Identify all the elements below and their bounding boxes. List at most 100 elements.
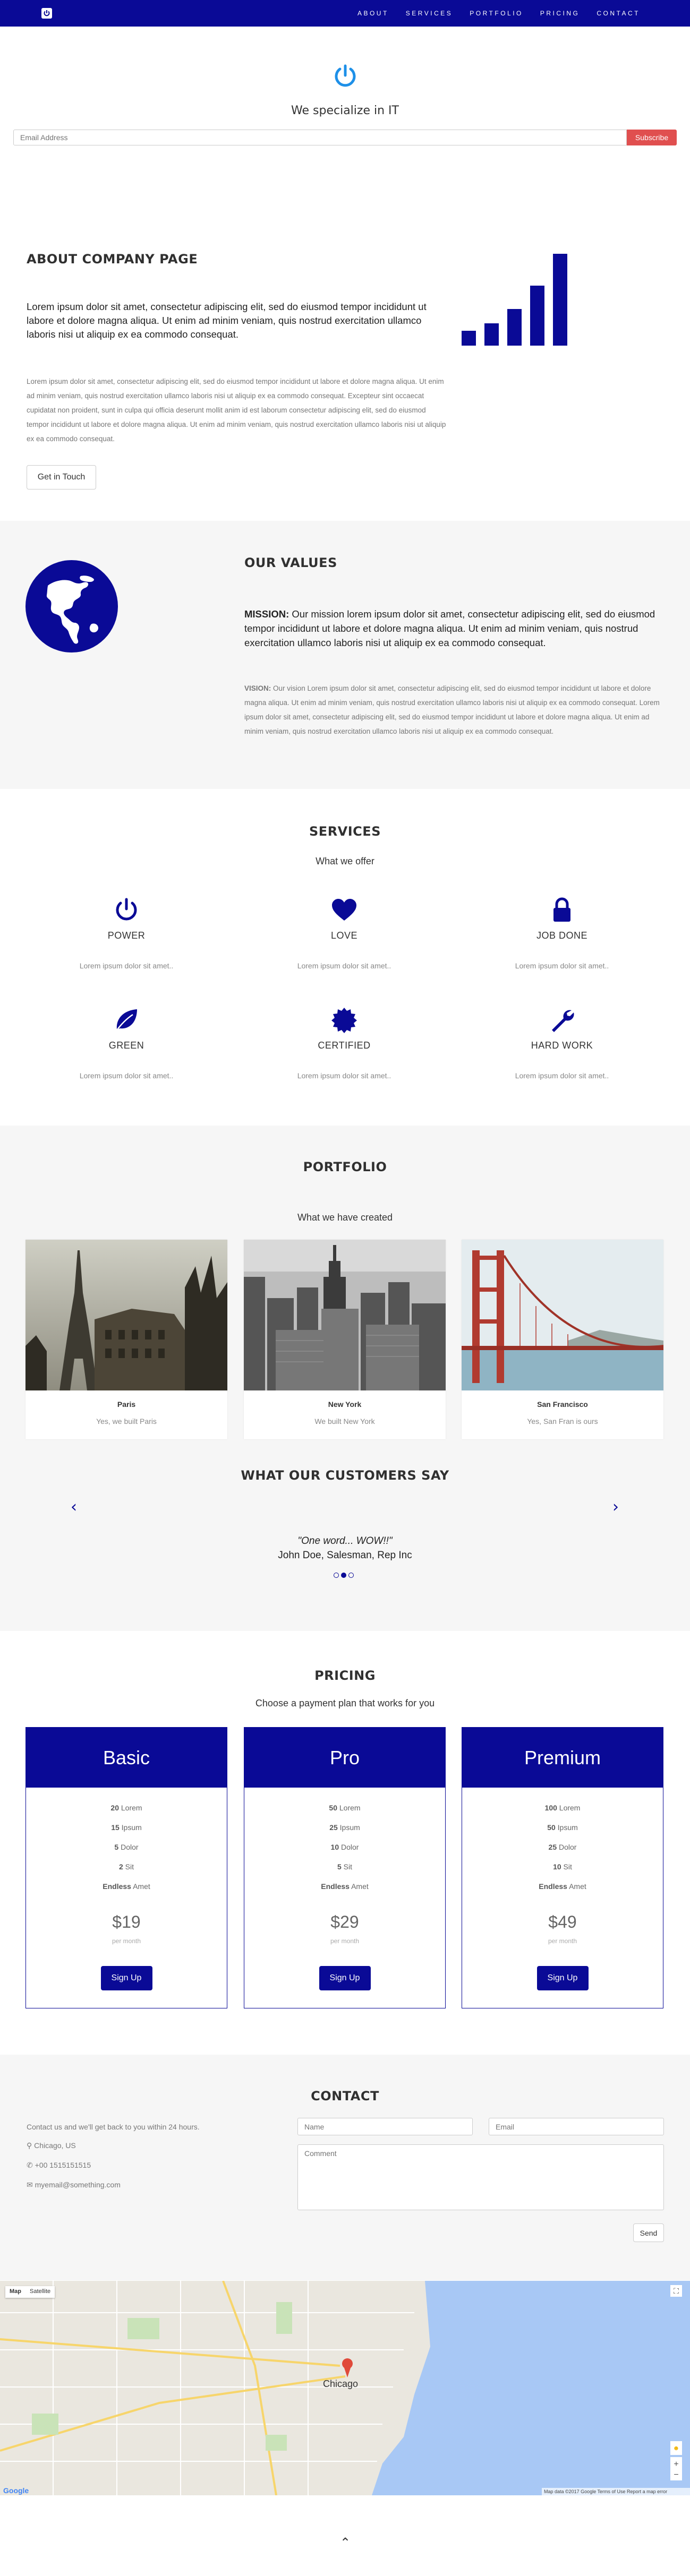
service-job-done: JOB DONE Lorem ipsum dolor sit amet.. [456, 896, 668, 970]
service-name: CERTIFIED [318, 1040, 371, 1051]
about-title: ABOUT COMPANY PAGE [27, 252, 198, 267]
plan-period: per month [112, 1937, 141, 1945]
plan-feature: 25 Dolor [548, 1843, 577, 1851]
nav-services[interactable]: SERVICES [397, 10, 461, 17]
zoom-out-icon: − [674, 2470, 678, 2479]
contact-email: ✉ myemail@something.com [27, 2180, 121, 2189]
name-input[interactable] [297, 2118, 473, 2135]
card-title: Paris [117, 1400, 136, 1409]
plan-premium: Premium 100 Lorem 50 Ipsum 25 Dolor 10 S… [462, 1727, 663, 2008]
plan-feature: Endless Amet [321, 1882, 369, 1891]
map-city-label: Chicago [323, 2378, 358, 2389]
portfolio-card-paris[interactable]: Paris Yes, we built Paris [25, 1240, 227, 1439]
plan-feature: 5 Sit [337, 1862, 353, 1871]
plan-features: 20 Lorem 15 Ipsum 5 Dolor 2 Sit Endless … [26, 1788, 227, 1896]
google-logo: Google [3, 2486, 29, 2495]
map-type-satellite[interactable]: Satellite [25, 2286, 55, 2298]
plan-pro: Pro 50 Lorem 25 Ipsum 10 Dolor 5 Sit End… [244, 1727, 446, 2008]
portfolio-card-new-york[interactable]: New York We built New York [244, 1240, 446, 1439]
chevron-right-icon[interactable]: › [610, 1499, 621, 1515]
service-name: JOB DONE [536, 930, 587, 941]
paris-photo [25, 1240, 227, 1390]
sign-up-button[interactable]: Sign Up [100, 1966, 152, 1990]
power-icon [335, 64, 356, 87]
phone-icon: ✆ [27, 2161, 33, 2169]
card-desc: Yes, we built Paris [96, 1417, 157, 1426]
plan-feature: 15 Ipsum [111, 1823, 142, 1832]
email-field[interactable] [489, 2118, 664, 2135]
fullscreen-icon: ⛶ [674, 2287, 679, 2295]
map-tiles: Chicago ☻ + − ⛶ Map data ©2017 Google Te… [0, 2281, 690, 2495]
plan-price: $49 [548, 1912, 577, 1931]
nav-links: ABOUT SERVICES PORTFOLIO PRICING CONTACT [349, 0, 649, 27]
email-input[interactable] [13, 130, 627, 145]
vision-text: VISION: Our vision Lorem ipsum dolor sit… [244, 681, 664, 739]
map-embed[interactable]: Chicago ☻ + − ⛶ Map data ©2017 Google Te… [0, 2281, 690, 2495]
plan-features: 50 Lorem 25 Ipsum 10 Dolor 5 Sit Endless… [244, 1788, 445, 1896]
service-name: LOVE [330, 930, 358, 941]
pricing-title: PRICING [314, 1668, 376, 1683]
leaf-icon [115, 1009, 137, 1032]
plan-feature: 50 Lorem [329, 1804, 361, 1812]
send-button[interactable]: Send [633, 2223, 664, 2242]
new-york-photo [244, 1240, 446, 1390]
contact-title: CONTACT [311, 2089, 379, 2103]
signal-bars-icon [462, 254, 567, 346]
zoom-in-icon: + [674, 2460, 678, 2469]
service-green: GREEN Lorem ipsum dolor sit amet.. [20, 1006, 233, 1080]
portfolio-title: PORTFOLIO [303, 1160, 387, 1174]
carousel-dot[interactable] [334, 1573, 339, 1578]
pegman-icon: ☻ [673, 2444, 680, 2452]
mission-label: MISSION: [244, 608, 289, 620]
san-francisco-photo [462, 1240, 663, 1390]
chevron-up-icon[interactable]: ⌃ [340, 2535, 351, 2550]
logo[interactable] [41, 8, 52, 19]
globe-icon [25, 560, 118, 652]
plan-features: 100 Lorem 50 Ipsum 25 Dolor 10 Sit Endle… [462, 1788, 663, 1896]
service-desc: Lorem ipsum dolor sit amet.. [297, 1071, 391, 1080]
sign-up-button[interactable]: Sign Up [536, 1966, 589, 1990]
contact-location: ⚲ Chicago, US [27, 2141, 76, 2150]
heart-icon [332, 899, 356, 921]
envelope-icon: ✉ [27, 2180, 33, 2189]
service-name: POWER [107, 930, 146, 941]
plan-feature: 10 Sit [553, 1862, 572, 1871]
plan-name: Premium [462, 1728, 663, 1788]
service-hard-work: HARD WORK Lorem ipsum dolor sit amet.. [456, 1006, 668, 1080]
nav-portfolio[interactable]: PORTFOLIO [461, 10, 532, 17]
plan-period: per month [548, 1937, 577, 1945]
service-name: HARD WORK [531, 1040, 593, 1051]
contact-phone: ✆ +00 1515151515 [27, 2161, 91, 2169]
plan-feature: 10 Dolor [330, 1843, 359, 1851]
testimonials-title: WHAT OUR CUSTOMERS SAY [241, 1468, 449, 1483]
mission-body: Our mission lorem ipsum dolor sit amet, … [244, 608, 655, 648]
plan-name: Pro [244, 1728, 445, 1788]
get-in-touch-button[interactable]: Get in Touch [27, 465, 96, 490]
vision-body: Our vision Lorem ipsum dolor sit amet, c… [244, 684, 660, 735]
values-title: OUR VALUES [244, 555, 337, 570]
carousel-dot[interactable] [348, 1573, 354, 1578]
map-marker-icon: ⚲ [27, 2141, 32, 2150]
plan-feature: Endless Amet [539, 1882, 586, 1891]
top-navbar: ABOUT SERVICES PORTFOLIO PRICING CONTACT [0, 0, 690, 27]
map-type-map[interactable]: Map [5, 2286, 25, 2298]
service-desc: Lorem ipsum dolor sit amet.. [515, 1071, 609, 1080]
card-title: San Francisco [537, 1400, 588, 1409]
testimonial-author: John Doe, Salesman, Rep Inc [278, 1550, 412, 1561]
comment-textarea[interactable] [297, 2144, 664, 2210]
about-body: Lorem ipsum dolor sit amet, consectetur … [27, 377, 446, 443]
nav-about[interactable]: ABOUT [349, 10, 397, 17]
plan-name: Basic [26, 1728, 227, 1788]
carousel-dot-active[interactable] [341, 1573, 346, 1578]
card-desc: We built New York [314, 1417, 375, 1426]
nav-pricing[interactable]: PRICING [532, 10, 589, 17]
power-icon [116, 898, 137, 921]
nav-contact[interactable]: CONTACT [588, 10, 649, 17]
portfolio-subtitle: What we have created [297, 1212, 393, 1223]
plan-feature: 20 Lorem [110, 1804, 142, 1812]
sign-up-button[interactable]: Sign Up [319, 1966, 371, 1990]
portfolio-card-san-francisco[interactable]: San Francisco Yes, San Fran is ours [462, 1240, 663, 1439]
subscribe-button[interactable]: Subscribe [627, 130, 677, 145]
pricing-subtitle: Choose a payment plan that works for you [255, 1698, 435, 1708]
chevron-left-icon[interactable]: ‹ [68, 1499, 80, 1515]
